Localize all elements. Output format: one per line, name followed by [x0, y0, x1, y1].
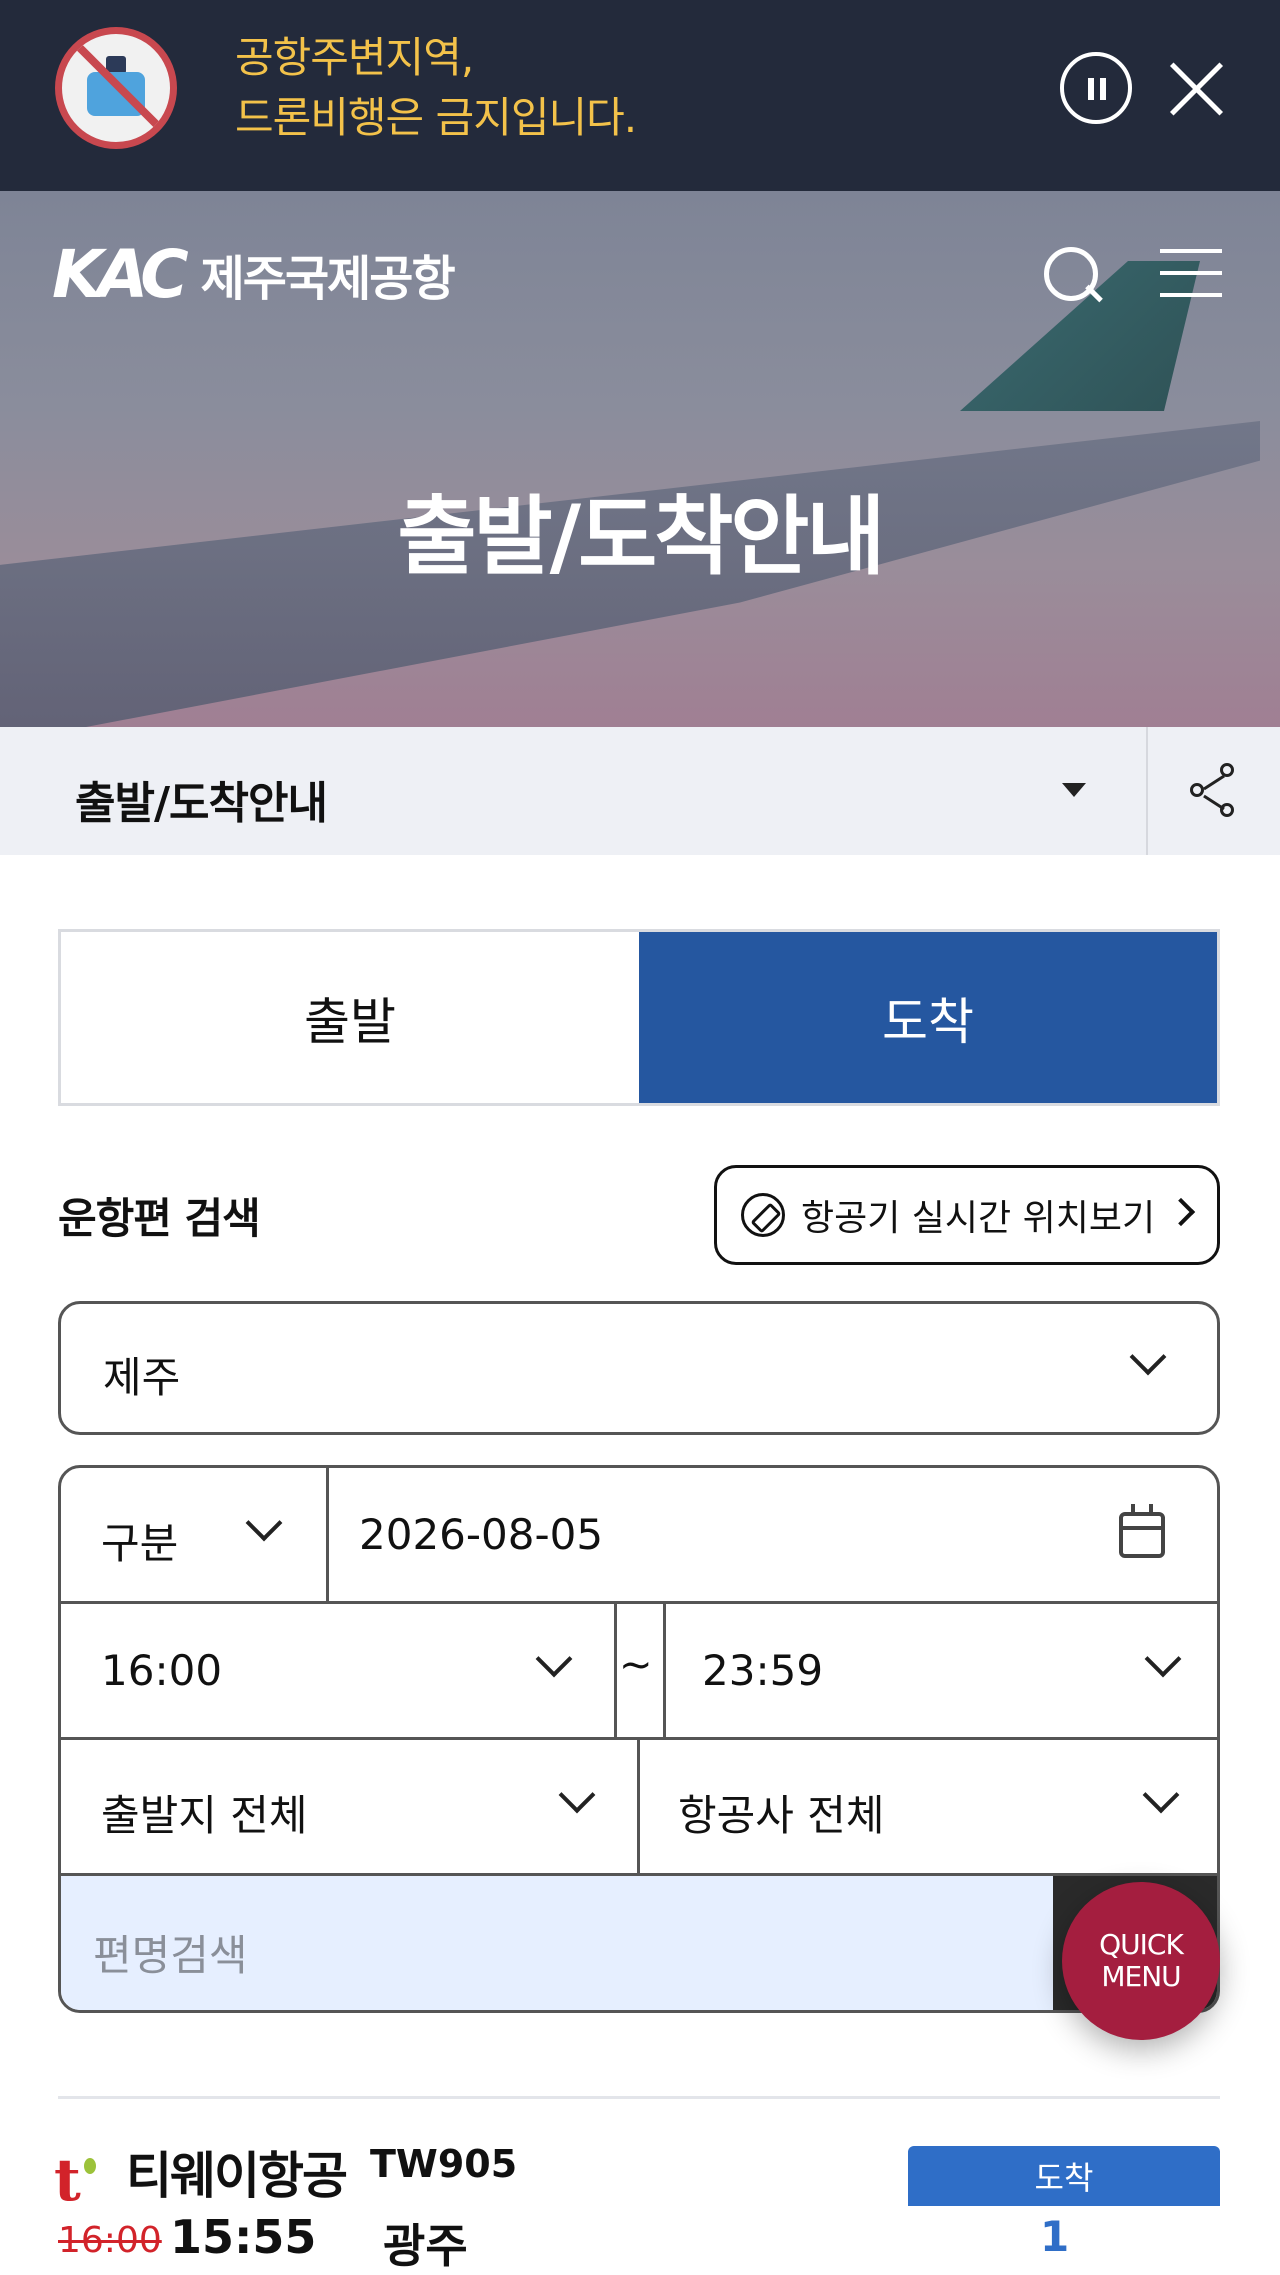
origin-city: 광주: [383, 2219, 468, 2273]
pause-icon[interactable]: [1060, 52, 1132, 124]
drone-alert-banner: 공항주변지역, 드론비행은 금지입니다.: [0, 0, 1280, 191]
tway-logo-icon: t: [54, 2150, 96, 2210]
date-value: 2026-08-05: [359, 1510, 604, 1559]
airline-name: 티웨이항공: [126, 2147, 348, 2205]
quick-menu-line-2: MENU: [1101, 1960, 1181, 1993]
alert-line-2: 드론비행은 금지입니다.: [235, 93, 637, 142]
origin-select-value: 출발지 전체: [101, 1791, 308, 1840]
airline-select[interactable]: 항공사 전체: [640, 1740, 1217, 1873]
flight-number: TW905: [370, 2142, 518, 2186]
chevron-down-icon: [245, 1504, 283, 1542]
close-icon[interactable]: [1162, 52, 1232, 122]
time-range-separator: ~: [619, 1642, 653, 1688]
site-logo[interactable]: KAC 제주국제공항: [52, 236, 456, 313]
breadcrumb-dropdown[interactable]: 출발/도착안내: [75, 767, 328, 831]
chevron-down-icon: [1142, 1776, 1180, 1814]
live-button-label: 항공기 실시간 위치보기: [801, 1198, 1156, 1239]
actual-time: 15:55: [170, 2210, 317, 2264]
flight-search-title: 운항편 검색: [58, 1194, 261, 1243]
breadcrumb: 출발/도착안내: [0, 727, 1280, 855]
calendar-icon[interactable]: [1119, 1504, 1165, 1558]
hamburger-menu-icon[interactable]: [1160, 245, 1222, 297]
quick-menu-line-1: QUICK: [1099, 1928, 1184, 1961]
departure-arrival-tabs: 출발 도착: [58, 929, 1220, 1106]
time-to-value: 23:59: [702, 1646, 824, 1695]
live-flight-position-button[interactable]: 항공기 실시간 위치보기: [714, 1165, 1220, 1265]
date-field[interactable]: 2026-08-05: [329, 1468, 1217, 1601]
alert-line-1: 공항주변지역,: [235, 33, 474, 82]
caret-down-icon[interactable]: [1062, 783, 1086, 797]
status-badge: 도착: [908, 2146, 1220, 2206]
scheduled-time: 16:00: [58, 2220, 162, 2261]
chevron-down-icon: [535, 1640, 573, 1678]
chevron-right-icon: [1166, 1197, 1196, 1227]
time-to-select[interactable]: 23:59: [666, 1604, 1217, 1737]
divider: [58, 2096, 1220, 2099]
quick-menu-button[interactable]: QUICK MENU: [1062, 1882, 1220, 2040]
hero-banner: KAC 제주국제공항 출발/도착안내: [0, 191, 1280, 727]
flight-search-form: 구분 2026-08-05 16:00 ~ 23:59 출발지 전체 항공사 전…: [58, 1465, 1220, 2013]
airport-name: 제주국제공항: [200, 251, 456, 307]
flight-number-input[interactable]: 편명검색: [61, 1876, 1053, 2010]
flight-number-placeholder: 편명검색: [93, 1931, 248, 1980]
tab-arrival[interactable]: 도착: [639, 932, 1217, 1103]
origin-select[interactable]: 출발지 전체: [61, 1740, 637, 1873]
no-drone-icon: [55, 27, 177, 149]
filter-row: 출발지 전체 항공사 전체: [61, 1740, 1217, 1876]
airline-select-value: 항공사 전체: [678, 1791, 885, 1840]
page-title: 출발/도착안내: [397, 487, 885, 587]
chevron-down-icon: [558, 1776, 596, 1814]
time-from-value: 16:00: [101, 1646, 223, 1695]
time-from-select[interactable]: 16:00: [61, 1604, 614, 1737]
divider: [1146, 727, 1148, 855]
date-row: 구분 2026-08-05: [61, 1468, 1217, 1604]
compass-icon: [741, 1193, 785, 1237]
time-row: 16:00 ~ 23:59: [61, 1604, 1217, 1740]
share-icon[interactable]: [1190, 763, 1242, 819]
chevron-down-icon: [1129, 1338, 1167, 1376]
gate-number: 1: [1040, 2212, 1070, 2261]
chevron-down-icon: [1144, 1640, 1182, 1678]
kac-logo-mark: KAC: [52, 235, 189, 313]
airport-select-value: 제주: [103, 1353, 181, 1402]
airport-select[interactable]: 제주: [58, 1301, 1220, 1435]
category-select-value: 구분: [101, 1519, 179, 1568]
category-select[interactable]: 구분: [61, 1468, 326, 1601]
search-icon[interactable]: [1040, 243, 1104, 307]
alert-message: 공항주변지역, 드론비행은 금지입니다.: [235, 28, 795, 148]
tab-departure[interactable]: 출발: [61, 932, 639, 1103]
